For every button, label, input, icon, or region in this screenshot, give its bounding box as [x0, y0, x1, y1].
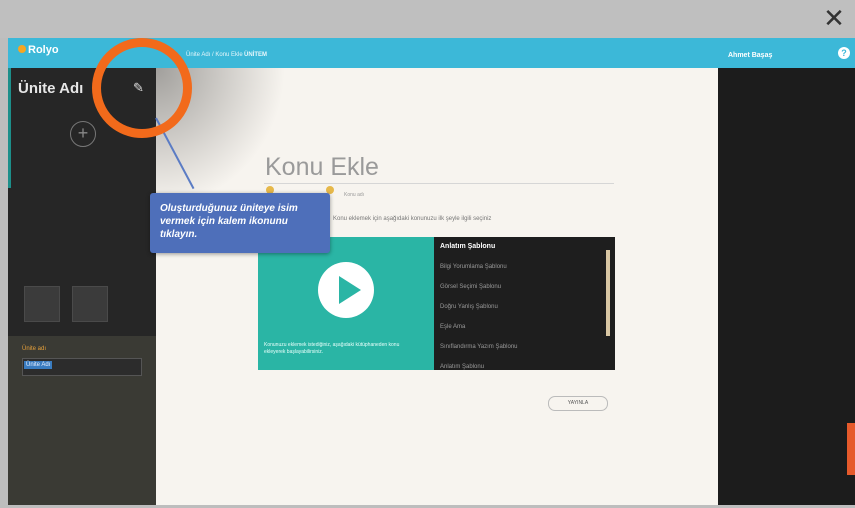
instruction-text: Konu eklemek için aşağıdaki konunuzu ilk…	[333, 216, 492, 222]
thumbnail-tile[interactable]	[72, 286, 108, 322]
template-list-item[interactable]: Anlatım Şablonu	[440, 364, 484, 370]
publish-button[interactable]: YAYINLA	[548, 396, 608, 411]
user-name[interactable]: Ahmet Başaş	[728, 52, 772, 59]
preview-caption: Konunuzu eklemek istediğiniz, aşağıdaki …	[264, 342, 400, 355]
page-title: Konu Ekle	[265, 153, 379, 181]
unit-title: Ünite Adı	[18, 80, 84, 97]
logo-dot-icon	[18, 45, 26, 53]
close-icon[interactable]: ✕	[819, 2, 849, 36]
unit-name-label: Ünite adı	[22, 346, 47, 352]
breadcrumb-current[interactable]: ÜNİTEM	[244, 52, 267, 58]
topic-name-hint: Konu adı	[344, 192, 365, 198]
play-icon	[339, 276, 361, 304]
template-list-item[interactable]: Bilgi Yorumlama Şablonu	[440, 264, 507, 270]
template-list-item[interactable]: Sınıflandırma Yazım Şablonu	[440, 344, 518, 350]
right-panel	[718, 68, 855, 505]
breadcrumb-unit[interactable]: Ünite Adı / Konu Ekle	[186, 52, 243, 58]
window-titlebar	[0, 0, 855, 38]
list-scrollbar[interactable]	[606, 250, 610, 336]
template-list-item[interactable]: Eşle Ama	[440, 324, 465, 330]
template-list-item[interactable]: Doğru Yanlış Şablonu	[440, 304, 498, 310]
help-icon[interactable]: ?	[838, 47, 850, 59]
app-logo[interactable]: Rolyo	[18, 44, 59, 56]
add-topic-button[interactable]: +	[70, 121, 96, 147]
logo-text: Rolyo	[28, 44, 59, 56]
feedback-tab[interactable]	[847, 423, 855, 475]
unit-name-value[interactable]: Ünite Adı	[24, 361, 53, 369]
template-list-item[interactable]: Görsel Seçimi Şablonu	[440, 284, 501, 290]
callout-text: Oluşturduğunuz üniteye isim vermek için …	[160, 203, 298, 240]
title-divider	[264, 183, 614, 184]
template-list-header[interactable]: Anlatım Şablonu	[440, 243, 495, 250]
thumbnail-tile[interactable]	[24, 286, 60, 322]
sidebar-accent	[8, 68, 11, 188]
highlight-ring	[92, 38, 192, 138]
